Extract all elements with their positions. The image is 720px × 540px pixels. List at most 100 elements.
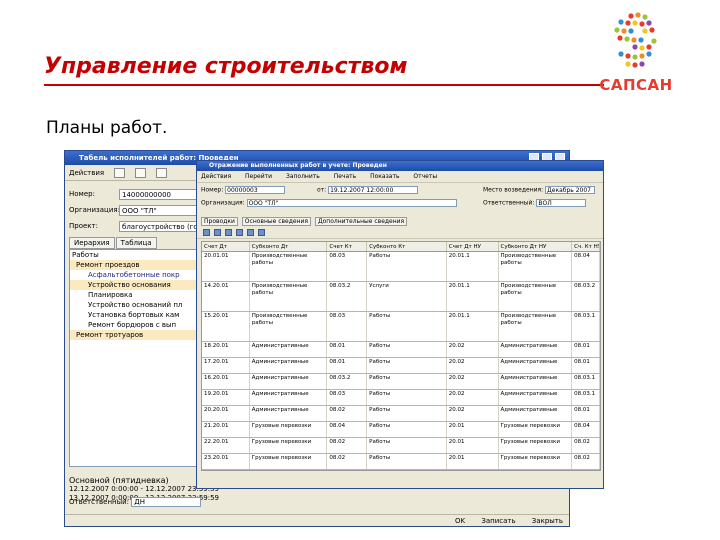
project-field[interactable]: благоустройство (гом: [119, 221, 199, 232]
place-field[interactable]: Декабрь 2007: [545, 186, 596, 194]
column-header[interactable]: Счет Кт: [327, 242, 368, 251]
tree-item[interactable]: Устройство оснований пл: [70, 300, 198, 310]
table-cell: 08.03.2: [572, 282, 601, 311]
table-cell: Административные: [250, 390, 328, 405]
toolbar-button-icon[interactable]: [114, 168, 126, 178]
toolbar-button-icon[interactable]: [135, 168, 147, 178]
responsible-field[interactable]: ДН: [131, 497, 202, 507]
menu-show[interactable]: Показать: [370, 173, 399, 180]
place-row: Место возведения: Декабрь 2007: [483, 186, 596, 194]
table-cell: 20.01: [447, 454, 499, 469]
works-window-menu: Действия Перейти Заполнить Печать Показа…: [197, 171, 603, 183]
table-row[interactable]: 20.20.01 Административные 08.02 Работы 20.02…: [202, 406, 601, 422]
menu-print[interactable]: Печать: [334, 173, 356, 180]
title-divider: [44, 84, 604, 86]
works-tabs: Проводки Основные сведения Дополнительны…: [197, 217, 603, 227]
move-down-icon[interactable]: [258, 229, 265, 236]
resp-field[interactable]: ВОЛ: [536, 199, 587, 207]
number-field[interactable]: 14000000000: [119, 189, 199, 200]
table-row[interactable]: 19.20.01 Административные 08.03 Работы 20.02…: [202, 390, 601, 406]
table-row[interactable]: 16.20.01 Административные 08.03.2 Работы 20.…: [202, 374, 601, 390]
tree-item[interactable]: Устройство основания: [70, 280, 198, 290]
tab-hierarchy[interactable]: Иерархия: [69, 237, 115, 249]
table-header: Счет Дт Субконто Дт Счет Кт Субконто Кт …: [202, 242, 601, 252]
org-label: Организация:: [69, 206, 120, 214]
menu-reports[interactable]: Отчеты: [413, 173, 437, 180]
table-cell: 20.01.01: [202, 252, 250, 281]
works-form: Номер: 00000003 от: 19.12.2007 12:00:00 …: [197, 183, 603, 217]
column-header[interactable]: Субконто Дт НУ: [499, 242, 573, 251]
works-window-title: Отражение выполненных работ в учете: Про…: [197, 161, 603, 171]
table-row[interactable]: 14.20.01 Производственные работы 08.03.2 Ус…: [202, 282, 601, 312]
timesheet-buttons[interactable]: OK Записать Закрыть: [65, 514, 569, 526]
table-cell: 20.02: [447, 358, 499, 373]
table-cell: Грузовые перевозки: [499, 438, 573, 453]
doc-org-field[interactable]: ООО "ТЛ": [246, 199, 457, 207]
table-cell: 15.20.01: [202, 312, 250, 341]
copy-row-icon[interactable]: [214, 229, 221, 236]
tree-item[interactable]: Асфальтобетонные покр: [70, 270, 198, 280]
move-up-icon[interactable]: [247, 229, 254, 236]
resp-label: Ответственный:: [483, 199, 535, 207]
tab-main-info[interactable]: Основные сведения: [241, 217, 312, 226]
table-cell: Административные: [250, 342, 328, 357]
column-header[interactable]: Субконто Кт: [367, 242, 447, 251]
tab-table[interactable]: Таблица: [115, 237, 157, 249]
table-cell: 17.20.01: [202, 358, 250, 373]
add-row-icon[interactable]: [203, 229, 210, 236]
table-cell: 08.03: [327, 312, 368, 341]
tree-item[interactable]: Установка бортовых кам: [70, 310, 198, 320]
table-cell: Работы: [367, 454, 447, 469]
tree-item[interactable]: Ремонт бордюров с вып: [70, 320, 198, 330]
menu-fill[interactable]: Заполнить: [286, 173, 320, 180]
table-cell: Административные: [499, 374, 573, 389]
tab-extra-info[interactable]: Дополнительные сведения: [314, 217, 408, 226]
org-field[interactable]: ООО "ТЛ": [119, 205, 199, 216]
slide-subtitle: Планы работ.: [46, 118, 168, 138]
menu-go[interactable]: Перейти: [245, 173, 272, 180]
column-header[interactable]: Счет Дт НУ: [447, 242, 499, 251]
grid-toolbar: [197, 227, 603, 239]
table-row[interactable]: 17.20.01 Административные 08.01 Работы 20.02…: [202, 358, 601, 374]
table-row[interactable]: 15.20.01 Производственные работы 08.03 Рабо…: [202, 312, 601, 342]
table-cell: Грузовые перевозки: [499, 422, 573, 437]
table-row[interactable]: 20.01.01 Производственные работы 08.03 Рабо…: [202, 252, 601, 282]
table-cell: 08.02: [572, 454, 601, 469]
table-cell: 08.03.1: [572, 312, 601, 341]
table-cell: Грузовые перевозки: [499, 454, 573, 469]
table-row[interactable]: 18.20.01 Административные 08.01 Работы 20.02…: [202, 342, 601, 358]
table-cell: 08.03.1: [572, 374, 601, 389]
table-cell: 08.02: [327, 438, 368, 453]
table-cell: 08.04: [572, 422, 601, 437]
delete-row-icon[interactable]: [236, 229, 243, 236]
tree-item[interactable]: Работы: [70, 250, 198, 260]
table-cell: Производственные работы: [499, 282, 573, 311]
tab-postings[interactable]: Проводки: [201, 217, 238, 226]
table-cell: Работы: [367, 358, 447, 373]
postings-table: Счет Дт Субконто Дт Счет Кт Субконто Кт …: [201, 241, 601, 471]
column-header[interactable]: Сч. Кт НУ: [572, 242, 601, 251]
menu-actions[interactable]: Действия: [201, 173, 231, 180]
tree-item[interactable]: Ремонт тротуаров: [70, 330, 198, 340]
table-cell: Работы: [367, 390, 447, 405]
table-row[interactable]: 22.20.01 Грузовые перевозки 08.02 Работы 20.…: [202, 438, 601, 454]
tree-item[interactable]: Ремонт проездов: [70, 260, 198, 270]
actions-menu[interactable]: Действия: [69, 165, 104, 180]
table-cell: Производственные работы: [499, 252, 573, 281]
table-cell: Административные: [499, 342, 573, 357]
tree-item[interactable]: Планировка: [70, 290, 198, 300]
doc-number-label: Номер:: [201, 186, 224, 194]
edit-row-icon[interactable]: [225, 229, 232, 236]
table-row[interactable]: 23.20.01 Грузовые перевозки 08.02 Работы 20.…: [202, 454, 601, 470]
table-cell: Работы: [367, 252, 447, 281]
doc-number-field[interactable]: 00000003: [225, 186, 286, 194]
table-row[interactable]: 21.20.01 Грузовые перевозки 08.04 Работы 20.…: [202, 422, 601, 438]
toolbar-button-icon[interactable]: [156, 168, 168, 178]
table-cell: 08.01: [572, 358, 601, 373]
table-cell: Административные: [499, 358, 573, 373]
doc-date-field[interactable]: 19.12.2007 12:00:00: [328, 186, 419, 194]
column-header[interactable]: Субконто Дт: [250, 242, 328, 251]
column-header[interactable]: Счет Дт: [202, 242, 250, 251]
table-cell: Работы: [367, 342, 447, 357]
table-cell: 08.04: [572, 252, 601, 281]
